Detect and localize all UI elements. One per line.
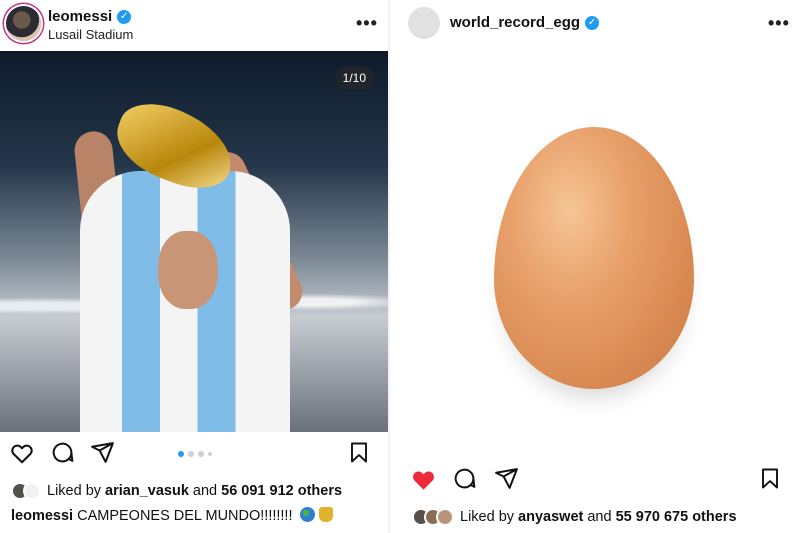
caption: leomessi CAMPEONES DEL MUNDO!!!!!!!! [11, 507, 333, 524]
head [158, 231, 218, 309]
liker-avatars [11, 482, 41, 500]
avatar[interactable] [408, 7, 440, 39]
likes-text: Liked by anyaswet and 55 970 675 others [460, 509, 737, 525]
avatar[interactable] [6, 6, 41, 41]
share-icon[interactable] [90, 440, 115, 465]
heart-icon[interactable] [410, 466, 437, 493]
heart-icon[interactable] [9, 440, 35, 466]
comment-icon[interactable] [452, 466, 477, 491]
verified-badge-icon: ✓ [585, 15, 600, 30]
trophy-celebration-photo [0, 51, 388, 432]
post-actions [0, 440, 388, 470]
likes-count[interactable]: 55 970 675 others [616, 509, 737, 525]
trophy-emoji-icon [318, 507, 333, 522]
more-options-button[interactable]: ••• [356, 13, 378, 34]
post-actions [390, 466, 800, 496]
slide-counter: 1/10 [334, 66, 374, 90]
comment-icon[interactable] [50, 440, 75, 465]
liker-username[interactable]: anyaswet [518, 509, 583, 525]
likes-count[interactable]: 56 091 912 others [221, 483, 342, 499]
carousel-dot[interactable] [208, 452, 212, 456]
post-world-record-egg: world_record_egg ✓ ••• Liked by anyaswet… [390, 0, 800, 533]
carousel-dot[interactable] [198, 451, 204, 457]
post-image[interactable]: 1/10 [0, 51, 388, 432]
avatar [436, 508, 454, 526]
post-header: world_record_egg ✓ ••• [390, 0, 800, 48]
caption-username[interactable]: leomessi [11, 508, 73, 524]
username[interactable]: world_record_egg [450, 14, 580, 31]
verified-badge-icon: ✓ [117, 9, 132, 24]
carousel-dots [178, 451, 212, 457]
username-row: world_record_egg ✓ [450, 14, 600, 31]
egg-photo [494, 127, 694, 389]
likes-text: Liked by arian_vasuk and 56 091 912 othe… [47, 483, 343, 499]
post-leomessi: leomessi ✓ Lusail Stadium ••• 1/10 Liked… [0, 0, 388, 533]
carousel-dot[interactable] [178, 451, 184, 457]
likes-summary[interactable]: Liked by anyaswet and 55 970 675 others [412, 508, 737, 526]
bookmark-icon[interactable] [347, 440, 371, 465]
bookmark-icon[interactable] [758, 466, 782, 491]
avatar [23, 482, 41, 500]
more-options-button[interactable]: ••• [768, 13, 790, 34]
carousel-dot[interactable] [188, 451, 194, 457]
location[interactable]: Lusail Stadium [48, 27, 133, 42]
liker-avatars [412, 508, 454, 526]
liker-username[interactable]: arian_vasuk [105, 483, 189, 499]
username-row: leomessi ✓ [48, 8, 132, 25]
post-header: leomessi ✓ Lusail Stadium ••• [0, 0, 388, 48]
share-icon[interactable] [494, 466, 519, 491]
caption-text: CAMPEONES DEL MUNDO!!!!!!!! [73, 508, 297, 524]
likes-summary[interactable]: Liked by arian_vasuk and 56 091 912 othe… [11, 482, 342, 500]
globe-emoji-icon [299, 507, 315, 522]
username[interactable]: leomessi [48, 8, 112, 25]
post-image[interactable] [390, 51, 800, 459]
